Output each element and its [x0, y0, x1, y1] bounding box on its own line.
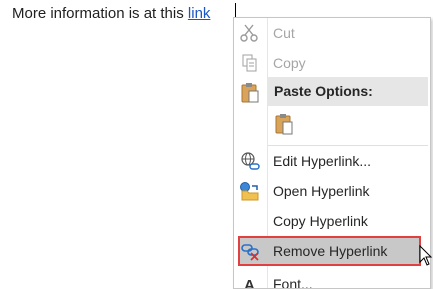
menu-item-label: Remove Hyperlink — [273, 243, 388, 259]
menu-item-label: Edit Hyperlink... — [273, 153, 372, 169]
folder-globe-icon — [239, 181, 261, 201]
menu-item-open-hyperlink[interactable]: Open Hyperlink — [234, 176, 430, 206]
clipboard-paste-option-icon — [275, 114, 293, 135]
menu-item-copy[interactable]: Copy — [234, 48, 430, 78]
mouse-pointer-icon — [419, 244, 433, 267]
paste-options-header: Paste Options: — [267, 77, 428, 106]
menu-item-font[interactable]: A Font... — [234, 274, 430, 288]
menu-item-cut[interactable]: Cut — [234, 18, 430, 48]
globe-link-icon — [239, 151, 261, 171]
context-menu: Cut Copy Paste Options: Edit Hyperlink..… — [233, 17, 431, 289]
menu-item-label: Copy — [273, 55, 306, 71]
hyperlink[interactable]: link — [188, 5, 211, 22]
menu-item-label: Copy Hyperlink — [273, 213, 368, 229]
copy-icon — [239, 53, 261, 73]
paste-options-label: Paste Options: — [274, 83, 373, 99]
clipboard-icon — [239, 82, 261, 103]
paste-keep-text-only-button[interactable] — [274, 112, 296, 136]
font-icon: A — [244, 277, 255, 288]
menu-item-remove-hyperlink[interactable]: Remove Hyperlink — [238, 236, 421, 266]
menu-item-edit-hyperlink[interactable]: Edit Hyperlink... — [234, 146, 430, 176]
menu-item-copy-hyperlink[interactable]: Copy Hyperlink — [234, 206, 430, 236]
scissors-icon — [239, 23, 261, 43]
document-text: More information is at this link — [12, 4, 210, 24]
menu-item-label: Cut — [273, 25, 295, 41]
menu-item-label: Open Hyperlink — [273, 183, 370, 199]
document-sentence: More information is at this — [12, 5, 188, 22]
menu-item-label: Font... — [273, 276, 313, 288]
chain-remove-icon — [240, 241, 262, 261]
